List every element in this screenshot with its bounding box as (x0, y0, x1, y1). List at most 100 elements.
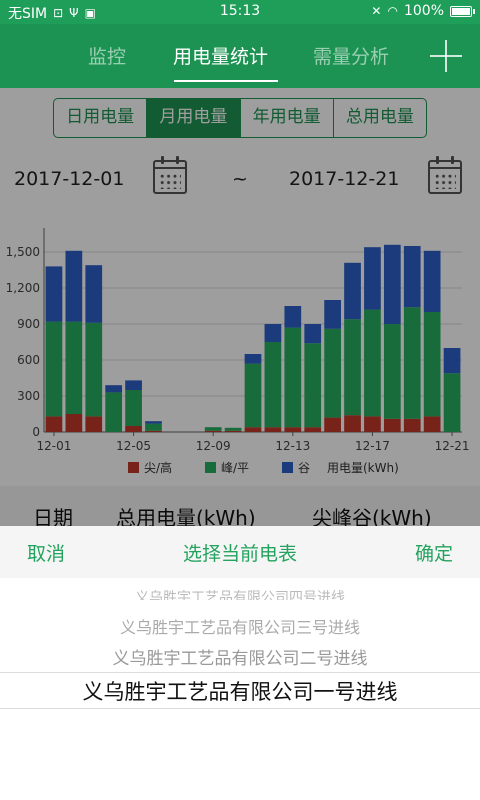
confirm-button[interactable]: 确定 (415, 539, 453, 566)
bar-segment (304, 427, 322, 432)
tab-monitor[interactable]: 监控 (88, 42, 126, 69)
bar-segment (344, 262, 361, 320)
segment-daily[interactable]: 日用电量 (54, 99, 148, 137)
legend-swatch (128, 462, 139, 473)
tab-consumption-stats[interactable]: 用电量统计 (173, 42, 268, 69)
mute-icon: ✕ (371, 4, 382, 18)
bar-segment (264, 324, 282, 342)
bar-segment (145, 430, 162, 432)
bar-segment (403, 246, 421, 308)
bar-segment (383, 324, 401, 419)
bar-segment (224, 430, 242, 432)
x-tick-label: 12-21 (435, 439, 470, 453)
x-tick-label: 12-17 (355, 439, 390, 453)
end-date[interactable]: 2017-12-21 (289, 168, 399, 190)
y-tick-label: 1,500 (6, 245, 40, 259)
bar-segment (244, 427, 262, 432)
bar-segment (284, 306, 302, 328)
end-calendar-icon[interactable] (428, 156, 462, 194)
bar-segment (324, 417, 341, 432)
bar-segment (85, 322, 103, 417)
x-tick-label: 12-09 (196, 439, 231, 453)
bar-segment (244, 354, 262, 364)
bar-segment (145, 421, 162, 424)
bar-segment (423, 416, 441, 432)
bar-segment (364, 309, 381, 417)
picker-selection-bottom-line (0, 708, 480, 709)
meter-picker-wheel[interactable]: 义乌胜宇工艺品有限公司四号进线 义乌胜宇工艺品有限公司三号进线 义乌胜宇工艺品有… (0, 578, 480, 800)
legend-label: 峰/平 (221, 461, 249, 475)
picker-item-selected[interactable]: 义乌胜宇工艺品有限公司一号进线 (0, 676, 480, 706)
bar-segment (224, 427, 242, 431)
segment-yearly[interactable]: 年用电量 (241, 99, 334, 137)
period-selector-bar: 日用电量 月用电量 年用电量 总用电量 (0, 88, 480, 148)
bar-segment (125, 380, 142, 390)
bar-segment (145, 423, 162, 431)
bar-segment (443, 348, 461, 374)
legend-label: 尖/高 (144, 460, 172, 475)
add-icon[interactable] (430, 40, 462, 72)
y-tick-label: 900 (17, 317, 40, 331)
bar-segment (65, 321, 83, 414)
picker-toolbar: 取消 选择当前电表 确定 (0, 526, 480, 578)
bar-segment (383, 418, 401, 432)
bar-segment (204, 427, 222, 431)
bar-segment (304, 324, 322, 344)
start-date[interactable]: 2017-12-01 (14, 168, 124, 190)
y-tick-label: 1,200 (6, 281, 40, 295)
bar-segment (344, 415, 361, 432)
bar-segment (244, 363, 262, 428)
legend-unit-label: 用电量(kWh) (327, 461, 399, 475)
bar-segment (45, 321, 63, 417)
x-tick-label: 12-05 (116, 439, 151, 453)
status-right: ✕ ◠ 100% (371, 3, 475, 19)
bar-segment (264, 427, 282, 432)
segment-monthly[interactable]: 月用电量 (147, 99, 241, 137)
bar-segment (65, 414, 83, 432)
y-tick-label: 600 (17, 353, 40, 367)
bar-segment (403, 307, 421, 419)
x-tick-label: 12-13 (275, 439, 310, 453)
battery-icon (450, 5, 475, 17)
tab-demand-analysis[interactable]: 需量分析 (313, 42, 389, 69)
wifi-icon: ◠ (387, 4, 398, 18)
bar-segment (85, 265, 103, 323)
bar-segment (105, 385, 123, 393)
y-tick-label: 300 (17, 389, 40, 403)
bar-segment (125, 426, 142, 432)
bar-segment (423, 250, 441, 312)
status-bar: 无SIM ⊡ Ψ ▣ 15:13 ✕ ◠ 100% (0, 0, 480, 24)
bar-segment (423, 312, 441, 417)
picker-item[interactable]: 义乌胜宇工艺品有限公司二号进线 (0, 644, 480, 669)
bar-segment (105, 392, 123, 432)
battery-percent: 100% (403, 3, 444, 19)
stacked-bar-chart: 0 300 600 900 1,200 1,500 12-01 12-05 12-09 12-13… (6, 228, 470, 475)
bar-segment (364, 416, 381, 432)
bar-segment (45, 416, 63, 432)
bar-segment (65, 250, 83, 322)
bar-segment (45, 266, 63, 322)
bar-segment (264, 342, 282, 428)
picker-item[interactable]: 义乌胜宇工艺品有限公司四号进线 (0, 590, 480, 600)
y-tick-label: 0 (32, 425, 40, 439)
meter-picker-sheet: 取消 选择当前电表 确定 义乌胜宇工艺品有限公司四号进线 义乌胜宇工艺品有限公司… (0, 526, 480, 800)
bar-segment (443, 373, 461, 432)
bar-segment (284, 327, 302, 428)
picker-selection-top-line (0, 672, 480, 673)
picker-item[interactable]: 义乌胜宇工艺品有限公司三号进线 (0, 614, 480, 638)
bar-segment (125, 390, 142, 426)
bar-segment (403, 418, 421, 432)
bar-segment (364, 247, 381, 310)
active-tab-indicator (174, 80, 278, 82)
legend-swatch (282, 462, 293, 473)
date-separator: ~ (232, 168, 248, 190)
bar-segment (85, 416, 103, 432)
bar-segment (324, 328, 341, 418)
bar-segment (304, 343, 322, 428)
segment-total[interactable]: 总用电量 (334, 99, 426, 137)
picker-title: 选择当前电表 (182, 543, 297, 565)
bar-segment (284, 427, 302, 432)
start-calendar-icon[interactable] (153, 156, 187, 194)
consumption-chart: 0 300 600 900 1,200 1,500 12-01 12-05 12-09 12-13… (0, 210, 480, 486)
x-tick-label: 12-01 (37, 439, 72, 453)
